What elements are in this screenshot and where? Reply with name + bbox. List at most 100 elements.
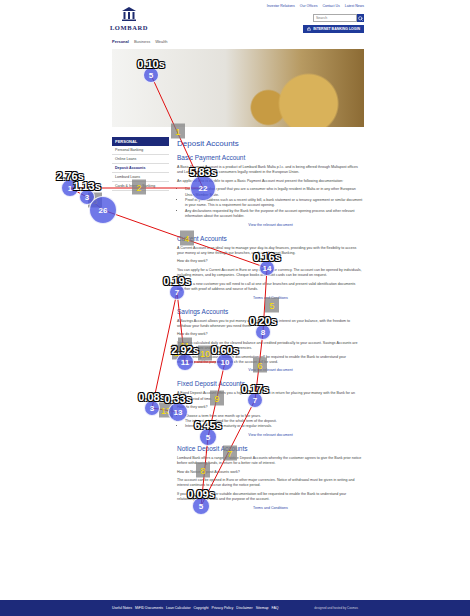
paragraph: A Fixed Deposit Account offers you a hig… — [177, 391, 364, 402]
fixation-circle: 26 — [89, 196, 117, 224]
bullet-item: Interest may be paid on maturity or at r… — [185, 424, 364, 429]
fixation-circle: 22 — [190, 175, 216, 201]
section-title: Fixed Deposit Accounts — [177, 380, 364, 387]
sidebar-item[interactable]: Lombard Loans — [112, 173, 169, 182]
paragraph: An applicant who is eligible to open a B… — [177, 179, 364, 184]
paragraph: A Savings Account allows you to put mone… — [177, 319, 364, 330]
account-section: Savings Accounts A Savings Account allows… — [177, 308, 364, 373]
footer-links: Useful NotesMiFID DocumentsLoan Calculat… — [112, 606, 279, 610]
nav-item[interactable]: Personal — [112, 39, 129, 44]
footer-link[interactable]: Copyright — [194, 606, 209, 610]
top-link[interactable]: Investor Relations — [267, 4, 295, 8]
top-link[interactable]: Our Offices — [300, 4, 318, 8]
fixation-circle: 14 — [259, 260, 275, 276]
fixation-circle: 7 — [169, 284, 185, 300]
document-link[interactable]: Terms and Conditions — [177, 296, 364, 300]
scanpath-step: 9 — [210, 391, 224, 406]
bank-logo-icon — [121, 6, 137, 22]
paragraph: How do they work? — [177, 332, 364, 337]
web-page: LOMBARD Investor Relations Our Offices Cont… — [0, 0, 470, 616]
paragraph: The account can be opened in Euro or oth… — [177, 478, 364, 489]
fixation-duration: 0.60s — [211, 344, 239, 356]
page-column: LOMBARD Investor Relations Our Offices Cont… — [112, 0, 364, 518]
scanpath-step: 8 — [196, 463, 210, 478]
scanpath-step: 10 — [198, 346, 212, 361]
fixation-duration: 0.20s — [249, 315, 277, 327]
nav-item[interactable]: Wealth — [155, 39, 167, 44]
footer-link[interactable]: Sitemap — [256, 606, 269, 610]
scanpath-step: 11 — [178, 338, 192, 353]
account-section: Basic Payment Account A Basic Payment Acc… — [177, 154, 364, 227]
footer-link[interactable]: Useful Notes — [112, 606, 132, 610]
nav-item[interactable]: Business — [134, 39, 150, 44]
bullet-item: Proof of your address such as a recent u… — [185, 198, 364, 209]
search-input[interactable]: Search — [313, 14, 357, 22]
paragraph: A Current Account is an ideal way to man… — [177, 246, 364, 257]
sidebar-item[interactable]: Deposit Accounts — [112, 164, 169, 173]
document-link[interactable]: View the relevant document — [177, 223, 364, 227]
fixation-circle: 13 — [168, 402, 188, 422]
footer-credit: designed and hosted by Cosmos — [314, 606, 358, 610]
lock-icon — [307, 27, 311, 31]
paragraph: How do they work? — [177, 405, 364, 410]
account-section: Notice Deposit Accounts Lombard Bank offe… — [177, 445, 364, 510]
search-row: Search — [313, 14, 364, 22]
section-title: Current Accounts — [177, 235, 364, 242]
paragraph: A Basic Payment Account is a product of … — [177, 165, 364, 176]
top-link[interactable]: Contact Us — [322, 4, 339, 8]
paragraph: Interest is calculated daily on the clea… — [177, 341, 364, 352]
fixation-circle: 7 — [247, 392, 263, 408]
scanpath-step: 2 — [132, 180, 146, 195]
main-nav: Personal Business Wealth — [112, 39, 364, 46]
paragraph: If you are a new customer suitable docum… — [177, 492, 364, 503]
fixation-circle: 8 — [255, 324, 271, 340]
paragraph: Lombard Bank offers a range of Notice De… — [177, 456, 364, 467]
scanpath-step: 7 — [223, 446, 237, 461]
fixation-duration: 2.76s — [56, 170, 84, 182]
section-title: Notice Deposit Accounts — [177, 445, 364, 452]
fixation-duration: 5.83s — [189, 166, 217, 178]
fixation-duration: 2.92s — [171, 344, 199, 356]
document-link[interactable]: View the relevant document — [177, 368, 364, 372]
login-button[interactable]: INTERNET BANKING LOGIN — [303, 25, 364, 33]
scanpath-step: 3 — [88, 193, 102, 208]
section-title: Savings Accounts — [177, 308, 364, 315]
fixation-circle: 5 — [199, 428, 217, 446]
document-link[interactable]: View the relevant document — [177, 433, 364, 437]
sidebar-title: PERSONAL — [112, 137, 169, 146]
sidebar-item[interactable]: Cards & Internet Banking — [112, 182, 169, 191]
hero-image — [112, 49, 364, 127]
paragraph: If you are a new customer you will need … — [177, 282, 364, 293]
fixation-duration: 0.19s — [163, 275, 191, 287]
fixation-duration: 6.45s — [194, 419, 222, 431]
document-link[interactable]: Terms and Conditions — [177, 506, 364, 510]
bullet-list: Choose a term from one month up to five … — [177, 414, 364, 430]
scanpath-step: 4 — [180, 231, 194, 246]
sidebar-item[interactable]: Personal Banking — [112, 146, 169, 155]
top-link[interactable]: Latest News — [345, 4, 364, 8]
footer: Useful NotesMiFID DocumentsLoan Calculat… — [0, 600, 470, 616]
fixation-circle: 3 — [79, 189, 95, 205]
bullet-item: Any declarations requested by the Bank f… — [185, 209, 364, 220]
footer-link[interactable]: Disclaimer — [236, 606, 252, 610]
footer-link[interactable]: Privacy Policy — [212, 606, 234, 610]
paragraph: How do Notice Deposit Accounts work? — [177, 470, 364, 475]
search-button[interactable] — [357, 14, 364, 22]
footer-link[interactable]: Loan Calculator — [166, 606, 191, 610]
footer-link[interactable]: FAQ — [272, 606, 279, 610]
scanpath-step: 13 — [159, 403, 173, 418]
account-section: Current Accounts A Current Account is an … — [177, 235, 364, 300]
fixation-duration: 0.08s — [138, 391, 166, 403]
logo[interactable]: LOMBARD — [112, 4, 146, 31]
fixation-duration: 0.33s — [164, 393, 192, 405]
section-title: Basic Payment Account — [177, 154, 364, 161]
sidebar-item[interactable]: Online Loans — [112, 155, 169, 164]
scanpath-step: 1 — [171, 124, 185, 139]
account-section: Fixed Deposit Accounts A Fixed Deposit Ac… — [177, 380, 364, 436]
search-icon — [358, 16, 363, 21]
bullet-item: The interest rate is fixed for the whole… — [185, 419, 364, 424]
fixation-circle: 1 — [61, 179, 79, 197]
footer-link[interactable]: MiFID Documents — [135, 606, 163, 610]
bullet-item: Documents to show proof that you are a c… — [185, 187, 364, 198]
bullet-item: Choose a term from one month up to five … — [185, 414, 364, 419]
